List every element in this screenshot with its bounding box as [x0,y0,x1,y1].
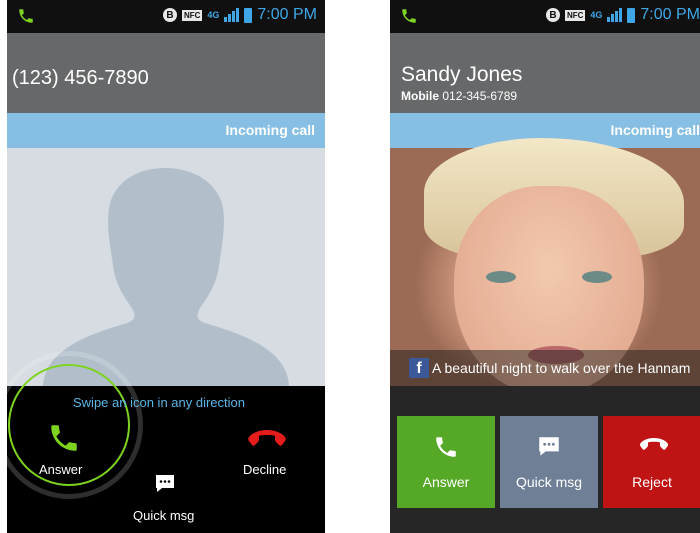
answer-label: Answer [39,462,83,477]
clock: 7:00 PM [257,6,317,23]
caller-name: Sandy Jones [401,63,523,86]
battery-icon [244,7,253,23]
network-4g-icon: 4G [590,10,603,20]
status-bar: B NFC 4G 7:00 PM [7,0,325,33]
photo-eye [582,271,612,283]
answer-button[interactable]: Answer [29,416,99,477]
incoming-call-screen-unknown: B NFC 4G 7:00 PM (123) 456-7890 Incoming… [7,0,325,533]
photo-eye [486,271,516,283]
reject-button[interactable]: Reject [603,416,700,508]
caller-number-line: Mobile 012-345-6789 [401,89,517,103]
quick-msg-label: Quick msg [133,508,195,523]
nfc-icon: NFC [181,9,203,21]
message-icon [156,475,174,492]
phone-icon [402,9,416,23]
message-icon [539,437,559,456]
status-bar: B NFC 4G 7:00 PM [390,0,700,33]
clock: 7:00 PM [640,6,700,23]
phone-hangup-icon [639,438,669,450]
answer-button[interactable]: Answer [397,416,495,508]
facebook-icon: f [409,358,429,378]
nfc-icon: NFC [564,9,586,21]
bluetooth-icon: B [545,8,560,22]
network-4g-icon: 4G [207,10,220,20]
social-status-text: A beautiful night to walk over the Hanna… [432,360,691,376]
number-type-label: Mobile [401,89,439,103]
quick-msg-button[interactable]: Quick msg [500,416,598,508]
call-actions: Swipe an icon in any direction Answer De… [7,351,325,533]
reject-label: Reject [632,474,672,490]
incoming-call-label: Incoming call [225,122,315,138]
quick-msg-button[interactable]: Quick msg [127,472,207,528]
incoming-call-bar: Incoming call [7,113,325,148]
signal-icon [224,8,240,22]
caller-header: (123) 456-7890 [7,33,325,113]
decline-button[interactable]: Decline [235,416,305,477]
signal-icon [607,8,623,22]
phone-answer-icon [51,425,77,451]
quick-msg-label: Quick msg [515,474,583,490]
answer-label: Answer [422,474,470,490]
person-silhouette-icon [43,168,289,386]
battery-icon [627,7,636,23]
incoming-call-screen-contact: B NFC 4G 7:00 PM Sandy Jones Mobile 012-… [390,0,700,533]
incoming-call-label: Incoming call [610,122,700,138]
phone-hangup-icon [248,430,286,446]
social-status-strip: f A beautiful night to walk over the Han… [390,350,700,386]
bluetooth-icon: B [162,8,177,22]
caller-number: (123) 456-7890 [12,67,149,89]
phone-icon [19,9,33,23]
swipe-hint: Swipe an icon in any direction [73,395,245,410]
caller-number: 012-345-6789 [442,89,518,103]
phone-answer-icon [436,437,456,457]
caller-photo-placeholder [7,148,325,386]
call-actions: Answer Quick msg Reject [390,386,700,533]
decline-label: Decline [243,462,287,477]
caller-header: Sandy Jones Mobile 012-345-6789 [390,33,700,113]
